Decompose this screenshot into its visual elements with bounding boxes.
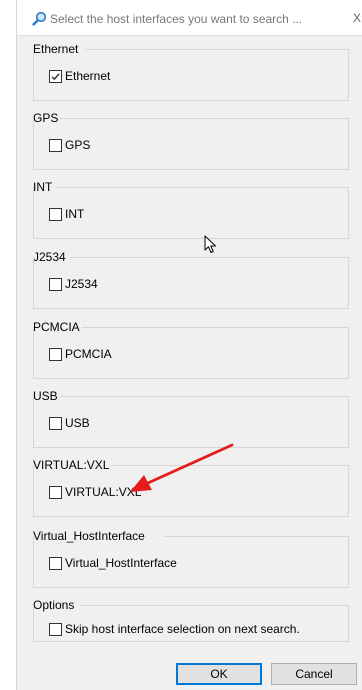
checkbox-label-virtual-vxl: VIRTUAL:VXL bbox=[65, 485, 142, 499]
checkbox-row-virtual-vxl[interactable]: VIRTUAL:VXL bbox=[49, 484, 141, 500]
checkbox-row-skip-selection[interactable]: Skip host interface selection on next se… bbox=[49, 621, 300, 637]
checkbox-row-virtual-hostinterface[interactable]: Virtual_HostInterface bbox=[49, 555, 177, 571]
checkbox-row-ethernet[interactable]: Ethernet bbox=[49, 68, 110, 84]
ok-button[interactable]: OK bbox=[176, 663, 262, 685]
checkbox-skip-selection[interactable] bbox=[49, 622, 62, 636]
checkbox-gps[interactable] bbox=[49, 138, 62, 152]
checkbox-row-int[interactable]: INT bbox=[49, 206, 84, 222]
checkbox-ethernet[interactable] bbox=[49, 69, 62, 83]
checkbox-label-skip-selection: Skip host interface selection on next se… bbox=[65, 622, 300, 636]
checkbox-virtual-vxl[interactable] bbox=[49, 485, 62, 499]
checkbox-j2534[interactable] bbox=[49, 277, 62, 291]
group-pcmcia: PCMCIA PCMCIA bbox=[33, 320, 349, 379]
checkbox-int[interactable] bbox=[49, 207, 62, 221]
search-bar: X bbox=[17, 0, 362, 36]
group-int: INT INT bbox=[33, 180, 349, 239]
group-options: Options Skip host interface selection on… bbox=[33, 598, 349, 642]
checkbox-virtual-hostinterface[interactable] bbox=[49, 556, 62, 570]
checkbox-label-gps: GPS bbox=[65, 138, 91, 152]
clear-search-button[interactable]: X bbox=[353, 10, 362, 26]
checkbox-label-pcmcia: PCMCIA bbox=[65, 347, 112, 361]
search-input[interactable] bbox=[50, 10, 340, 28]
group-usb: USB USB bbox=[33, 389, 349, 448]
checkbox-label-virtual-hostinterface: Virtual_HostInterface bbox=[65, 556, 177, 570]
checkbox-pcmcia[interactable] bbox=[49, 347, 62, 361]
cancel-button[interactable]: Cancel bbox=[271, 663, 357, 685]
checkbox-label-j2534: J2534 bbox=[65, 277, 98, 291]
checkbox-label-usb: USB bbox=[65, 416, 90, 430]
checkbox-row-pcmcia[interactable]: PCMCIA bbox=[49, 346, 112, 362]
checkbox-usb[interactable] bbox=[49, 416, 62, 430]
checkbox-label-int: INT bbox=[65, 207, 85, 221]
checkbox-row-j2534[interactable]: J2534 bbox=[49, 276, 98, 292]
group-gps: GPS GPS bbox=[33, 111, 349, 170]
checkbox-label-ethernet: Ethernet bbox=[65, 69, 111, 83]
host-interface-dialog: X Ethernet Ethernet GPS GPS bbox=[16, 0, 362, 690]
search-icon bbox=[32, 11, 47, 26]
group-ethernet: Ethernet Ethernet bbox=[33, 42, 349, 101]
group-virtual-vxl: VIRTUAL:VXL VIRTUAL:VXL bbox=[33, 458, 349, 517]
group-virtual-hostinterface: Virtual_HostInterface Virtual_HostInterf… bbox=[33, 529, 349, 588]
checkbox-row-gps[interactable]: GPS bbox=[49, 137, 90, 153]
checkbox-row-usb[interactable]: USB bbox=[49, 415, 90, 431]
checkmark-icon bbox=[51, 72, 60, 80]
group-j2534: J2534 J2534 bbox=[33, 250, 349, 309]
